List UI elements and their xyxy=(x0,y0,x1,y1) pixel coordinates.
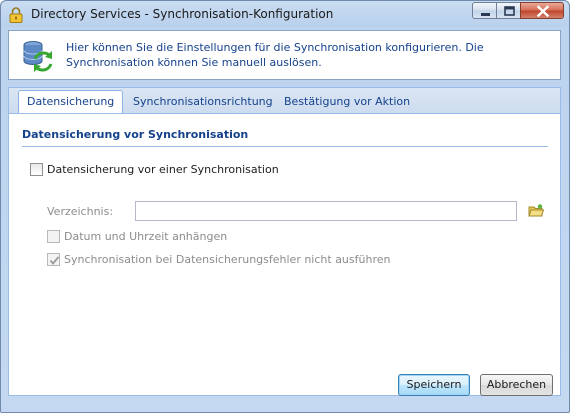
close-button[interactable] xyxy=(520,2,564,19)
checkmark-icon xyxy=(49,256,60,265)
tab-panel: Datensicherung Synchronisationsrichtung … xyxy=(8,87,561,396)
tab-strip: Datensicherung Synchronisationsrichtung … xyxy=(9,88,560,114)
caption-buttons xyxy=(472,2,564,20)
backup-enable-checkbox[interactable] xyxy=(30,163,43,176)
tab-body-datensicherung: Datensicherung vor Synchronisation Daten… xyxy=(9,114,560,395)
tab-synchronisationsrichtung[interactable]: Synchronisationsrichtung xyxy=(125,91,281,112)
window-title: Directory Services - Synchronisation-Kon… xyxy=(31,7,334,21)
skip-on-error-label: Synchronisation bei Datensicherungsfehle… xyxy=(64,253,391,266)
title-bar[interactable]: Directory Services - Synchronisation-Kon… xyxy=(1,1,569,28)
info-text: Hier können Sie die Einstellungen für di… xyxy=(66,41,484,69)
skip-on-error-checkbox[interactable] xyxy=(47,253,60,266)
dialog-client-area: Hier können Sie die Einstellungen für di… xyxy=(8,30,561,403)
close-icon xyxy=(536,5,550,18)
tab-bestaetigung-vor-aktion[interactable]: Bestätigung vor Aktion xyxy=(276,91,418,112)
append-datetime-checkbox[interactable] xyxy=(47,230,60,243)
database-sync-icon xyxy=(23,41,53,72)
append-datetime-label: Datum und Uhrzeit anhängen xyxy=(64,230,228,243)
directory-input[interactable] xyxy=(135,201,517,221)
section-title: Datensicherung vor Synchronisation xyxy=(22,128,548,147)
backup-enable-label: Datensicherung vor einer Synchronisation xyxy=(47,163,279,176)
directory-label: Verzeichnis: xyxy=(47,205,114,218)
backup-enable-row[interactable]: Datensicherung vor einer Synchronisation xyxy=(30,163,279,176)
append-datetime-row[interactable]: Datum und Uhrzeit anhängen xyxy=(47,230,227,243)
skip-on-error-row[interactable]: Synchronisation bei Datensicherungsfehle… xyxy=(47,253,390,266)
minimize-icon xyxy=(481,13,490,16)
maximize-button[interactable] xyxy=(496,2,521,19)
dialog-window: Directory Services - Synchronisation-Kon… xyxy=(0,0,570,413)
info-panel: Hier können Sie die Einstellungen für di… xyxy=(8,30,561,80)
lock-icon xyxy=(9,7,23,23)
save-button[interactable]: Speichern xyxy=(398,374,470,396)
cancel-button[interactable]: Abbrechen xyxy=(480,374,553,396)
maximize-icon xyxy=(504,6,515,16)
folder-icon[interactable] xyxy=(528,203,544,219)
tab-datensicherung[interactable]: Datensicherung xyxy=(18,90,124,113)
minimize-button[interactable] xyxy=(472,2,497,19)
